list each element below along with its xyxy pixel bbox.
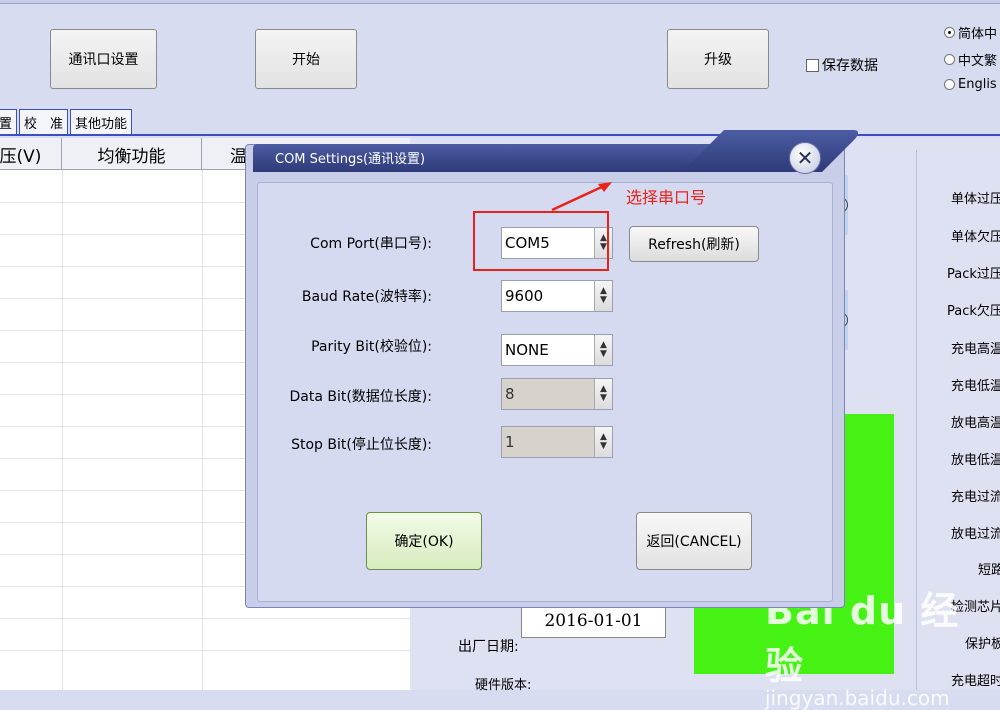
language-label: 中文繁 (958, 54, 998, 69)
stop-bit-label: Stop Bit(停止位长度): (291, 437, 432, 453)
language-option-english[interactable]: Englis (944, 77, 997, 92)
protection-label: 充电过流 (951, 490, 1000, 505)
stop-bit-value: 1 (505, 433, 515, 451)
close-icon[interactable]: ✕ (789, 142, 821, 174)
tab-other-functions[interactable]: 其他功能 (70, 109, 133, 135)
grid-column-line (202, 170, 203, 690)
spinner-arrows-icon[interactable]: ▲ ▼ (594, 281, 612, 311)
language-label: 简体中 (958, 27, 998, 42)
start-button[interactable]: 开始 (255, 29, 357, 89)
spinner-arrows-icon[interactable]: ▲ ▼ (594, 335, 612, 365)
annotation-arrow-icon (551, 182, 612, 212)
grid-header-voltage: 压(V) (0, 138, 62, 170)
radio-checked-icon[interactable] (944, 27, 955, 38)
language-label: Englis (958, 77, 997, 92)
save-data-label: 保存数据 (822, 58, 878, 74)
baud-rate-label: Baud Rate(波特率): (301, 289, 432, 305)
data-bit-select: 8 ▲ ▼ (501, 378, 613, 410)
ok-button[interactable]: 确定(OK) (366, 512, 482, 570)
protection-label: 充电低温 (951, 379, 1000, 394)
protection-label: 短路 (978, 563, 1000, 578)
cancel-button[interactable]: 返回(CANCEL) (636, 512, 752, 570)
tab-bar: 置 校 准 其他功能 (0, 109, 134, 135)
factory-date-field: 2016-01-01 (521, 604, 666, 638)
table-row (0, 618, 410, 619)
annotation-text: 选择串口号 (626, 188, 707, 207)
save-data-checkbox[interactable]: 保存数据 (806, 55, 878, 75)
highlight-box (473, 211, 609, 271)
baud-rate-value: 9600 (505, 287, 544, 305)
grid-column-line (62, 170, 63, 690)
parity-bit-value: NONE (505, 341, 549, 359)
protection-label: 充电高温 (951, 342, 1000, 357)
language-option-traditional[interactable]: 中文繁 (944, 50, 997, 69)
protection-label: 放电过流 (951, 527, 1000, 542)
checkbox-icon[interactable] (806, 58, 819, 72)
protection-label: 单体过压 (951, 192, 1000, 207)
tab-settings[interactable]: 置 (0, 109, 18, 135)
hardware-version-label: 硬件版本: (475, 678, 532, 693)
table-row (0, 650, 410, 651)
factory-date-label: 出厂日期: (458, 639, 519, 655)
upgrade-button[interactable]: 升级 (667, 29, 769, 89)
stop-bit-select: 1 ▲ ▼ (501, 426, 613, 458)
baud-rate-select[interactable]: 9600 ▲ ▼ (501, 280, 613, 312)
spinner-arrows-icon: ▲ ▼ (594, 427, 612, 457)
protection-label: 单体欠压 (951, 230, 1000, 245)
parity-bit-select[interactable]: NONE ▲ ▼ (501, 334, 613, 366)
grid-header-balance: 均衡功能 (62, 138, 202, 170)
data-bit-label: Data Bit(数据位长度): (289, 389, 432, 405)
comm-settings-button[interactable]: 通讯口设置 (50, 29, 157, 89)
spinner-arrows-icon: ▲ ▼ (594, 379, 612, 409)
dialog-title: COM Settings(通讯设置) (275, 152, 426, 167)
language-option-simplified[interactable]: 简体中 (944, 23, 997, 42)
radio-unchecked-icon[interactable] (944, 79, 955, 90)
com-settings-dialog: COM Settings(通讯设置) ✕ Com Port(串口号): COM5… (245, 130, 845, 608)
window-top-border (0, 0, 1000, 4)
protection-label: Pack过压 (947, 267, 1000, 282)
data-bit-value: 8 (505, 385, 515, 403)
protection-label: 放电高温 (951, 416, 1000, 431)
parity-bit-label: Parity Bit(校验位): (311, 339, 432, 355)
com-port-label: Com Port(串口号): (310, 236, 432, 252)
tab-calibration[interactable]: 校 准 (19, 109, 69, 135)
protection-label: Pack欠压 (947, 304, 1000, 319)
refresh-button[interactable]: Refresh(刷新) (629, 226, 759, 262)
protection-label: 放电低温 (951, 453, 1000, 468)
radio-unchecked-icon[interactable] (944, 54, 955, 65)
